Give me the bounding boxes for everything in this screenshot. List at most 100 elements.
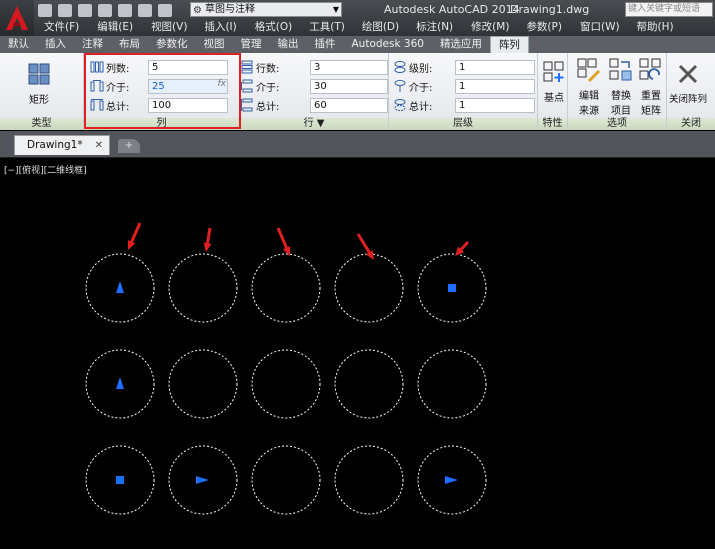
ribbon-tab-7[interactable]: 输出: [270, 36, 307, 53]
menu-item-11[interactable]: 帮助(H): [637, 19, 674, 36]
menu-item-3[interactable]: 插入(I): [204, 19, 236, 36]
triangle-up-marker[interactable]: [116, 377, 124, 389]
panel-properties: 基点 特性: [538, 53, 568, 130]
close-icon: [678, 64, 698, 84]
level-spacing-input[interactable]: [455, 78, 535, 94]
menu-item-9[interactable]: 参数(P): [526, 19, 562, 36]
close-array-label: 关闭阵列: [669, 94, 708, 105]
save-icon[interactable]: [78, 3, 92, 17]
triangle-up-marker[interactable]: [116, 281, 124, 293]
row-spacing-row: 介于:: [240, 78, 388, 94]
menu-item-5[interactable]: 工具(T): [309, 19, 345, 36]
rectangular-array-button[interactable]: 矩形: [26, 61, 52, 106]
document-title: Drawing1.dwg: [510, 3, 590, 16]
ribbon-tab-10[interactable]: 精选应用: [432, 36, 490, 53]
save-as-icon[interactable]: [98, 3, 112, 17]
menu-bar: 文件(F) 编辑(E) 视图(V) 插入(I) 格式(O) 工具(T) 绘图(D) 标注(N)…: [34, 19, 674, 36]
undo-icon[interactable]: [138, 3, 152, 17]
print-icon[interactable]: [118, 3, 132, 17]
array-circle[interactable]: [334, 445, 404, 515]
array-circle[interactable]: [168, 349, 238, 419]
document-tab-drawing1[interactable]: Drawing1* ✕: [14, 135, 110, 155]
column-total-input[interactable]: [148, 97, 228, 113]
panel-options: 编辑 来源 替换 项目 重置 矩阵 选项: [568, 53, 667, 130]
ribbon-tab-11[interactable]: 阵列: [489, 36, 529, 53]
row-total-input[interactable]: [310, 97, 388, 113]
array-circle[interactable]: [334, 349, 404, 419]
array-circle[interactable]: [334, 253, 404, 323]
ribbon-tab-3[interactable]: 布局: [111, 36, 148, 53]
ribbon-panel: 矩形 类型 列数: 介于: fx 总计: 列 行数:: [0, 53, 715, 130]
open-file-icon[interactable]: [58, 3, 72, 17]
level-count-row: 级别:: [393, 59, 535, 75]
array-circle[interactable]: [251, 253, 321, 323]
close-array-button[interactable]: 关闭阵列: [669, 61, 707, 105]
new-file-icon[interactable]: [38, 3, 52, 17]
level-total-input[interactable]: [455, 97, 535, 113]
ribbon-tab-5[interactable]: 视图: [196, 36, 233, 53]
column-total-label: 总计:: [106, 101, 130, 113]
annotation-arrow-shaft: [356, 233, 371, 254]
menu-item-10[interactable]: 窗口(W): [580, 19, 620, 36]
base-point-button[interactable]: 基点: [541, 59, 567, 104]
panel-rows: 行数: 介于: 总计: 行 ▼: [240, 53, 389, 130]
menu-item-6[interactable]: 绘图(D): [362, 19, 399, 36]
square-marker[interactable]: [448, 284, 456, 292]
ribbon-tab-9[interactable]: Autodesk 360: [344, 36, 432, 53]
row-count-input[interactable]: [310, 59, 388, 75]
row-count-label: 行数:: [256, 63, 280, 75]
redo-icon[interactable]: [158, 3, 172, 17]
panel-columns: 列数: 介于: fx 总计: 列: [84, 53, 240, 130]
column-spacing-row: 介于: fx: [90, 78, 228, 94]
panel-title-properties: 特性: [538, 118, 567, 130]
drawing-canvas[interactable]: [0, 158, 715, 549]
array-circle[interactable]: [417, 349, 487, 419]
ribbon-tab-2[interactable]: 注释: [74, 36, 111, 53]
new-tab-button[interactable]: +: [118, 139, 140, 153]
drawing-viewport[interactable]: [−][俯视][二维线框]: [0, 157, 715, 549]
triangle-right-marker[interactable]: [196, 476, 209, 484]
panel-close: 关闭阵列 关闭: [667, 53, 715, 130]
reset-matrix-button[interactable]: 重置 矩阵: [638, 57, 664, 117]
reset-matrix-label-2: 矩阵: [641, 106, 661, 117]
document-tab-bar: Drawing1* ✕ +: [0, 131, 715, 157]
application-menu-button[interactable]: [0, 0, 34, 36]
menu-item-1[interactable]: 编辑(E): [97, 19, 133, 36]
menu-item-8[interactable]: 修改(M): [471, 19, 509, 36]
column-count-input[interactable]: [148, 59, 228, 75]
help-search-input[interactable]: 键入关键字或短语: [625, 2, 713, 17]
menu-item-4[interactable]: 格式(O): [255, 19, 292, 36]
ribbon-tab-1[interactable]: 插入: [37, 36, 74, 53]
ribbon-tab-4[interactable]: 参数化: [148, 36, 196, 53]
workspace-select[interactable]: ⚙ 草图与注释 ▼: [190, 2, 342, 17]
document-tab-label: Drawing1*: [27, 139, 83, 151]
ribbon-tab-0[interactable]: 默认: [0, 36, 37, 53]
array-circle[interactable]: [251, 445, 321, 515]
menu-item-7[interactable]: 标注(N): [416, 19, 453, 36]
triangle-right-marker[interactable]: [445, 476, 458, 484]
array-circle[interactable]: [251, 349, 321, 419]
row-total-label: 总计:: [256, 101, 280, 113]
menu-item-0[interactable]: 文件(F): [44, 19, 79, 36]
edit-source-icon: [577, 58, 601, 83]
annotation-arrow-shaft: [205, 227, 212, 244]
row-spacing-label: 介于:: [256, 82, 280, 94]
close-tab-icon[interactable]: ✕: [95, 136, 103, 155]
row-spacing-input[interactable]: [310, 78, 388, 94]
menu-item-2[interactable]: 视图(V): [151, 19, 187, 36]
replace-item-button[interactable]: 替换 项目: [608, 57, 634, 117]
level-spacing-row: 介于:: [393, 78, 535, 94]
panel-title-close: 关闭: [667, 118, 715, 130]
ribbon-tab-6[interactable]: 管理: [233, 36, 270, 53]
level-total-row: 总计:: [393, 97, 535, 113]
ribbon-tab-8[interactable]: 插件: [307, 36, 344, 53]
row-count-icon: [241, 60, 253, 74]
annotation-arrow-shaft: [460, 240, 470, 251]
panel-title-rows[interactable]: 行 ▼: [240, 118, 388, 130]
level-count-input[interactable]: [455, 59, 535, 75]
array-circle[interactable]: [168, 253, 238, 323]
edit-source-button[interactable]: 编辑 来源: [576, 57, 602, 117]
column-spacing-input[interactable]: [148, 78, 228, 94]
square-marker[interactable]: [116, 476, 124, 484]
formula-fx-icon[interactable]: fx: [218, 79, 227, 89]
